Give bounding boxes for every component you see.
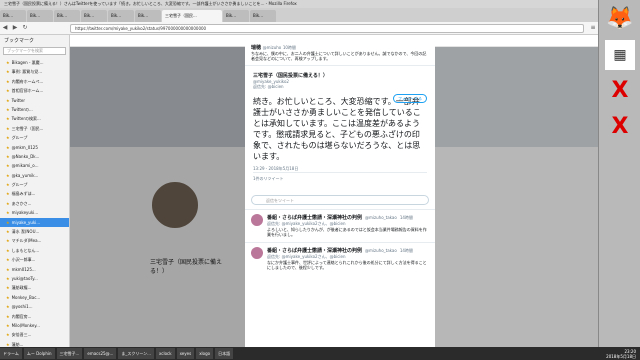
nav-bar: ◀ ▶ ↻ https://twitter.com/miyake_yukiko2… bbox=[0, 22, 598, 35]
sidebar-item[interactable]: Milo(Monkey... bbox=[0, 321, 69, 330]
sidebar-item[interactable]: 首相官邸ホーム... bbox=[0, 86, 69, 95]
sidebar-item[interactable]: miyake_yuki... bbox=[0, 217, 69, 228]
taskbar-item[interactable]: ムー Dolphin bbox=[23, 348, 55, 359]
retweet-count[interactable]: 1件のリツイート bbox=[253, 172, 427, 185]
fox-icon[interactable]: 🦊 bbox=[605, 4, 635, 34]
reply-author-handle: @mizuho_takao bbox=[365, 215, 397, 220]
reply-text: よろしいと、知らしたりかんが、が後者にあるのではと仮会本当業件場務報告の資料を作… bbox=[267, 227, 427, 237]
prev-text: ちなみに、僕の中に、お二人の弁護士について詳しいことがありません。誠でなかので、… bbox=[251, 51, 427, 61]
reply-time: 14時間 bbox=[399, 248, 413, 253]
main-tweet: 三宅雪子（国民投票に備える！） @miyake_yukiko2 フォローする 返… bbox=[245, 66, 435, 191]
clock-date: 2018年5月18日 bbox=[606, 353, 636, 359]
back-icon[interactable]: ◀ bbox=[0, 23, 10, 33]
bookmarks-sidebar: ブックマーク ブックマークを検索 Bikagen - 悪魔...事例: 悪質与党… bbox=[0, 35, 70, 347]
tab-bar: Bik... Bik... Bik... Bik... Bik... Bik... 三宅雪子… bbox=[0, 8, 598, 22]
sidebar-item[interactable]: あさかさ... bbox=[0, 199, 69, 208]
avatar[interactable] bbox=[251, 247, 263, 259]
menu-icon[interactable]: ≡ bbox=[588, 23, 598, 33]
calendar-icon[interactable]: ▦ bbox=[605, 40, 635, 70]
reply-input[interactable]: 返信をツイート bbox=[251, 195, 429, 205]
tab[interactable]: Bik... bbox=[0, 10, 26, 22]
x-red-icon[interactable]: X bbox=[605, 76, 635, 106]
sidebar-item[interactable]: グループ bbox=[0, 133, 69, 142]
taskbar-item[interactable]: 日本語 bbox=[215, 348, 234, 359]
window-title: 三宅雪子（国民投票に備える！）さんはTwitterを使っています「続き。お忙しい… bbox=[0, 0, 640, 8]
url-bar[interactable]: https://twitter.com/miyake_yukiko2/statu… bbox=[70, 23, 584, 33]
sidebar-item[interactable]: しまもとなん... bbox=[0, 246, 69, 255]
taskbar: ドラーム ムー Dolphin 三宅雪子... emacs25@... ま_スクリーン.… bbox=[0, 347, 640, 360]
reply-body: 番組・さらば弁護士懲請・深瀬神社の判例 @mizuho_takao 14時間 返信先:… bbox=[267, 214, 427, 237]
previous-tweet[interactable]: 瑞穂 @mizuho 10時間 ちなみに、僕の中に、お二人の弁護士について詳しい… bbox=[245, 40, 435, 66]
sidebar-item[interactable]: 内閣府ホームペ... bbox=[0, 77, 69, 86]
tab[interactable]: 三宅雪子（国民... bbox=[162, 10, 222, 22]
prev-time: 10時間 bbox=[282, 45, 296, 50]
bookmark-search-input[interactable]: ブックマークを検索 bbox=[3, 47, 66, 55]
sidebar-item[interactable]: 福島みずほ... bbox=[0, 189, 69, 198]
tweet-modal: 瑞穂 @mizuho 10時間 ちなみに、僕の中に、お二人の弁護士について詳しい… bbox=[245, 40, 435, 347]
sidebar-header: ブックマーク bbox=[4, 38, 35, 44]
sidebar-item[interactable]: miyakeyuki... bbox=[0, 208, 69, 217]
sidebar-item[interactable]: @yoshi1... bbox=[0, 302, 69, 311]
reload-icon[interactable]: ↻ bbox=[20, 23, 30, 33]
right-dock: 🦊 ▦ X X bbox=[598, 0, 640, 347]
sidebar-item[interactable]: Twitterの... bbox=[0, 105, 69, 114]
tab[interactable]: Bik... bbox=[54, 10, 80, 22]
sidebar-item[interactable]: 安倍晋三... bbox=[0, 330, 69, 339]
follow-button[interactable]: フォローする bbox=[393, 94, 427, 103]
sidebar-item[interactable]: mkm0125... bbox=[0, 265, 69, 274]
avatar[interactable] bbox=[251, 214, 263, 226]
taskbar-item[interactable]: xclock bbox=[155, 348, 175, 359]
sidebar-item[interactable]: 三宅雪子（国民... bbox=[0, 124, 69, 133]
taskbar-item[interactable]: 三宅雪子... bbox=[56, 348, 83, 359]
reply-time: 14時間 bbox=[399, 215, 413, 220]
sidebar-item[interactable]: 蓮舫政権... bbox=[0, 283, 69, 292]
tab[interactable]: Bik... bbox=[108, 10, 134, 22]
sidebar-item[interactable]: Monkey_Bac... bbox=[0, 293, 69, 302]
sidebar-item[interactable]: 事例: 悪質与党... bbox=[0, 67, 69, 76]
taskbar-item[interactable]: ドラーム bbox=[0, 348, 22, 359]
sidebar-item[interactable]: @mikami_o... bbox=[0, 161, 69, 170]
reply-tweet[interactable]: 番組・さらば弁護士懲請・深瀬神社の判例 @mizuho_takao 14時間 返信先:… bbox=[245, 209, 435, 242]
taskbar-item[interactable]: emacs25@... bbox=[84, 348, 117, 359]
sidebar-item[interactable]: 内閣官房... bbox=[0, 312, 69, 321]
sidebar-item[interactable]: @Nanko_Dk... bbox=[0, 152, 69, 161]
taskbar-item[interactable]: xlogo bbox=[196, 348, 214, 359]
sidebar-item[interactable]: @ka_yumik... bbox=[0, 171, 69, 180]
tab[interactable]: Bik... bbox=[81, 10, 107, 22]
sidebar-item[interactable]: @mkm_0125 bbox=[0, 143, 69, 152]
sidebar-item[interactable]: Bikagen - 悪魔... bbox=[0, 58, 69, 67]
sidebar-item[interactable]: Twitterの検索... bbox=[0, 114, 69, 123]
reply-text: なにか弁護士事件、世評によって連絡とられこれから後の処分にて詳しく方法を得ること… bbox=[267, 260, 427, 270]
prev-author-handle: @mizuho bbox=[262, 45, 282, 50]
tweet-text: 続き。お忙しいところ、大変恐縮です。一部弁護士がいささか勇ましいことを発信してい… bbox=[253, 97, 421, 161]
reply-to[interactable]: 返信先: @bicien bbox=[253, 84, 427, 90]
clock[interactable]: 23:20 2018年5月18日 bbox=[606, 349, 640, 359]
sidebar-item[interactable]: マチルダ(Mea... bbox=[0, 236, 69, 245]
forward-icon[interactable]: ▶ bbox=[10, 23, 20, 33]
reply-author-handle: @mizuho_takao bbox=[365, 248, 397, 253]
x-red-icon[interactable]: X bbox=[605, 112, 635, 142]
tab[interactable]: Bik... bbox=[135, 10, 161, 22]
taskbar-item[interactable]: xeyes bbox=[176, 348, 195, 359]
reply-body: 番組・さらば弁護士懲請・深瀬神社の判例 @mizuho_takao 14時間 返信先:… bbox=[267, 247, 427, 270]
sidebar-item[interactable]: 小沢一郎事... bbox=[0, 255, 69, 264]
sidebar-item[interactable]: yuki@taoTy... bbox=[0, 274, 69, 283]
sidebar-item[interactable]: 清水 潔(NOU... bbox=[0, 227, 69, 236]
sidebar-item[interactable]: グループ bbox=[0, 180, 69, 189]
reply-tweet[interactable]: 番組・さらば弁護士懲請・深瀬神社の判例 @mizuho_takao 14時間 返信先:… bbox=[245, 242, 435, 275]
tab[interactable]: Bik... bbox=[27, 10, 53, 22]
author-name[interactable]: 三宅雪子（国民投票に備える！） bbox=[253, 72, 427, 79]
sidebar-item[interactable]: Twitter bbox=[0, 96, 69, 105]
taskbar-item[interactable]: ま_スクリーン... bbox=[118, 348, 154, 359]
tab[interactable]: Bik... bbox=[250, 10, 276, 22]
tweet-image-panel bbox=[435, 40, 598, 347]
tab[interactable]: Bik... bbox=[223, 10, 249, 22]
